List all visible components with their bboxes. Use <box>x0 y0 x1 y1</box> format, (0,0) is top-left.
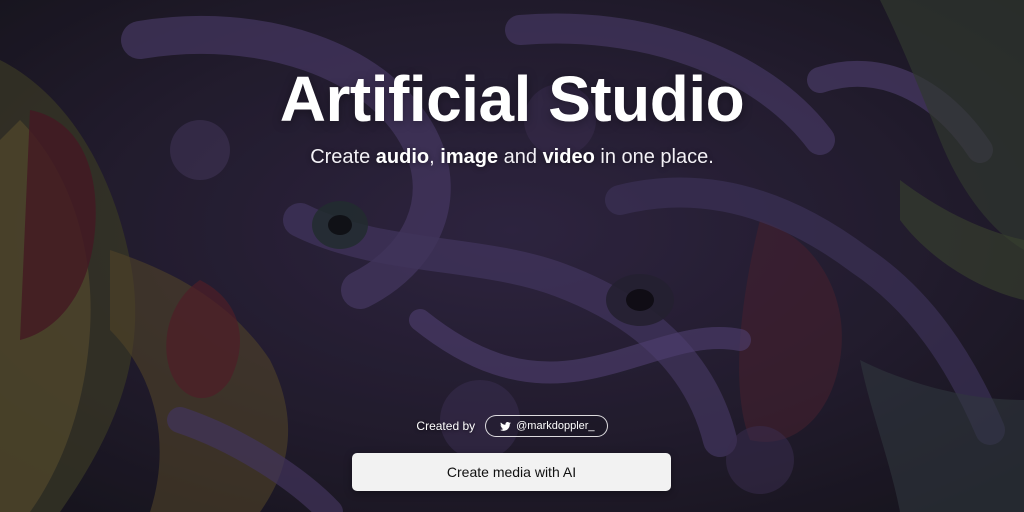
create-media-button[interactable]: Create media with AI <box>352 453 671 491</box>
tagline-image: image <box>440 146 499 168</box>
twitter-handle-link[interactable]: @markdoppler_ <box>485 415 608 437</box>
hero-content: Artificial Studio Create audio, image an… <box>0 0 1024 512</box>
tagline-video: video <box>542 146 595 168</box>
page-title: Artificial Studio <box>279 63 745 135</box>
twitter-icon <box>500 421 512 431</box>
tagline-and: and <box>498 146 543 168</box>
hero-section: Artificial Studio Create audio, image an… <box>0 0 1024 512</box>
tagline-prefix: Create <box>310 146 376 168</box>
tagline-comma: , <box>429 146 441 168</box>
creator-credit: Created by @markdoppler_ <box>0 415 1024 437</box>
tagline-suffix: in one place. <box>594 146 714 168</box>
twitter-handle: @markdoppler_ <box>516 420 595 432</box>
tagline: Create audio, image and video in one pla… <box>0 144 1024 170</box>
created-by-label: Created by <box>416 419 476 433</box>
tagline-audio: audio <box>375 146 430 168</box>
